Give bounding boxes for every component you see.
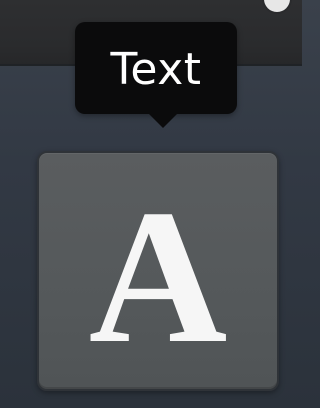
tool-tooltip: Text xyxy=(75,22,237,128)
text-tool-icon: A xyxy=(88,170,228,383)
tooltip-arrow xyxy=(149,114,177,128)
toolbar-corner-control[interactable] xyxy=(264,0,290,12)
text-tool-button[interactable]: A xyxy=(37,151,279,391)
tooltip-label: Text xyxy=(110,44,202,95)
